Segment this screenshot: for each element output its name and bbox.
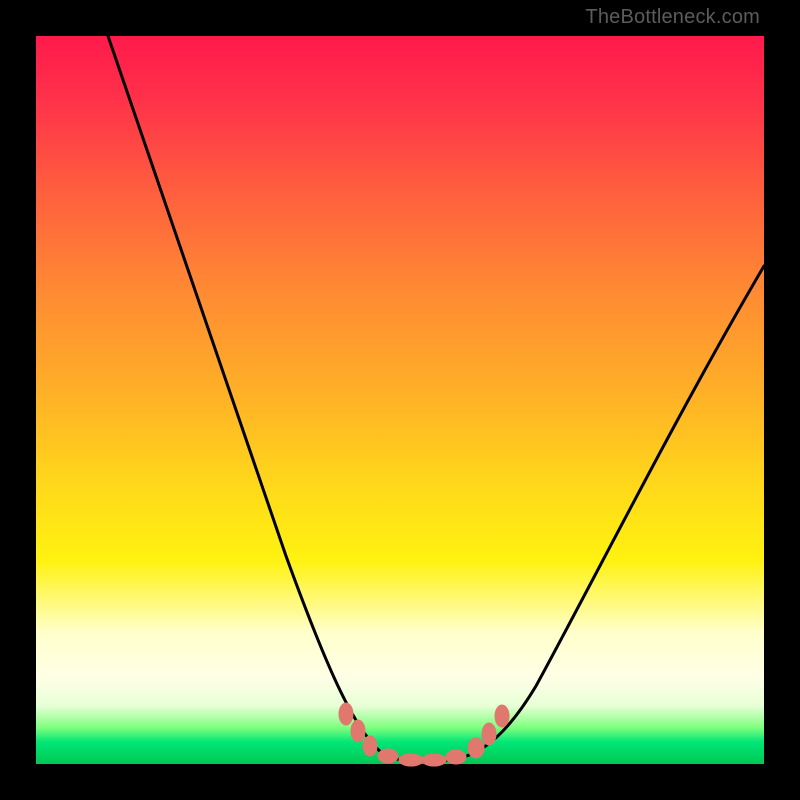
- chart-frame: TheBottleneck.com: [0, 0, 800, 800]
- curve-path: [108, 36, 764, 761]
- plot-area: [36, 36, 764, 764]
- watermark-text: TheBottleneck.com: [585, 6, 760, 29]
- highlight-markers: [339, 703, 509, 766]
- bottleneck-curve: [36, 36, 764, 764]
